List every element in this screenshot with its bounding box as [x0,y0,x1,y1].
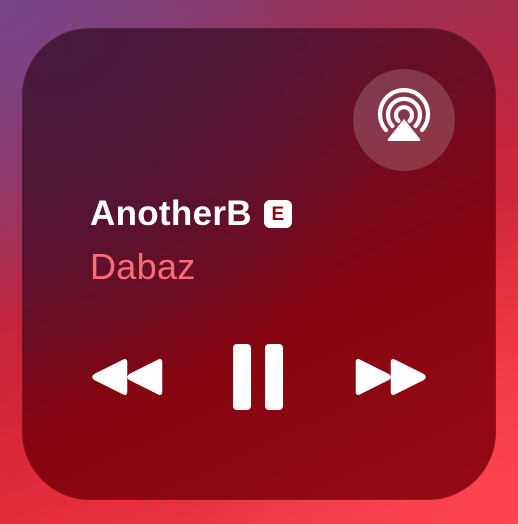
track-title-row: AnotherB E [90,190,292,238]
explicit-badge: E [263,200,292,228]
airplay-audio-icon [377,88,431,141]
pause-button[interactable] [226,340,290,414]
pause-icon [233,344,283,410]
track-title: AnotherB [90,194,252,233]
artist-name: Dabaz [90,246,196,287]
fast-forward-button[interactable] [350,340,430,414]
rewind-icon [92,358,163,396]
rewind-button[interactable] [88,340,168,414]
playback-controls [22,340,496,414]
now-playing-widget[interactable]: AnotherB E Dabaz [22,28,496,500]
fast-forward-icon [355,358,426,396]
airplay-button[interactable] [353,69,455,171]
